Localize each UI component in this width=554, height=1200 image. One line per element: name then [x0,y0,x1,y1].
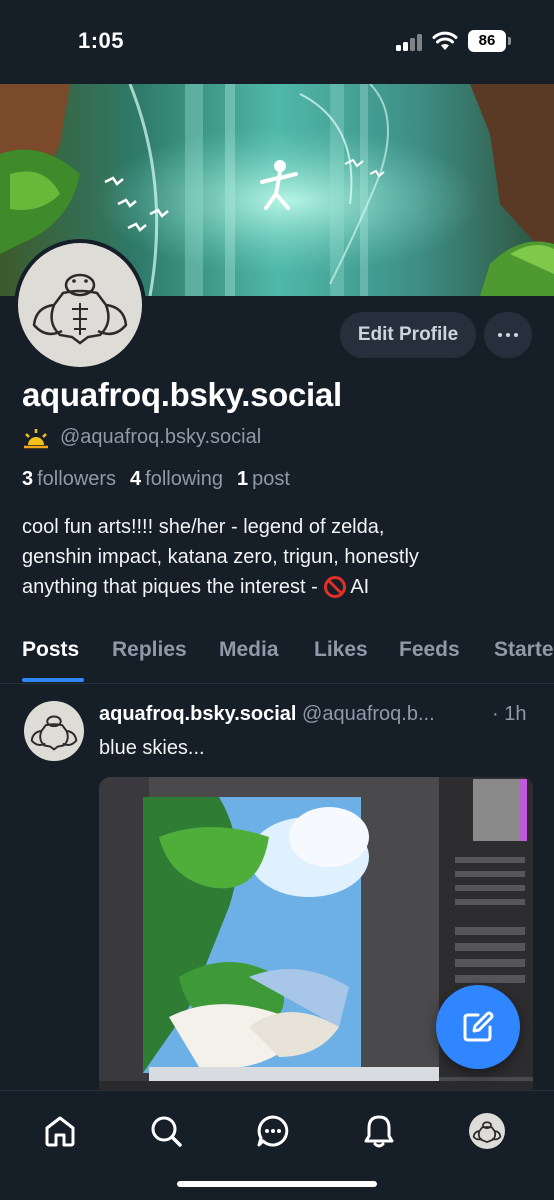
profile-tabs: Posts Replies Media Likes Feeds Starte [0,620,554,684]
followers-link[interactable]: 3 followers [22,468,116,491]
post-author-handle[interactable]: @aquafroq.b... [302,703,435,725]
posts-label: post [252,468,290,490]
compose-icon [463,1011,494,1042]
search-icon [151,1116,182,1147]
tab-posts[interactable]: Posts [22,638,79,662]
nav-home[interactable] [40,1111,80,1151]
home-icon [45,1116,75,1147]
post-author-avatar[interactable] [24,701,84,761]
bell-icon [364,1115,394,1148]
edit-profile-button[interactable]: Edit Profile [340,312,476,358]
bio-line-end: AI [350,576,370,598]
bio-line: cool fun arts!!!! she/her - legend of ze… [22,516,385,538]
handle-row: @aquafroq.bsky.social [22,426,261,449]
profile-bio: cool fun arts!!!! she/her - legend of ze… [22,512,532,602]
chat-icon [257,1115,289,1147]
followers-count: 3 [22,468,34,490]
active-tab-indicator [22,678,84,682]
nav-chat[interactable] [253,1111,293,1151]
status-bar: 1:05 86 [0,0,554,84]
dot-icon [498,333,502,337]
following-count: 4 [130,468,142,490]
tab-likes[interactable]: Likes [314,638,368,662]
dot-icon [514,333,518,337]
following-label: following [145,468,223,490]
bio-line: anything that piques the interest - AI [22,572,532,602]
wifi-icon [432,31,458,50]
display-name: aquafroq.bsky.social [22,376,342,413]
bio-line-text: anything that piques the interest - [22,576,324,598]
post-text: blue skies... [99,737,205,759]
tab-replies[interactable]: Replies [112,638,187,662]
posts-count: 1 [237,468,249,490]
profile-avatar[interactable] [14,239,146,371]
followers-label: followers [37,468,117,490]
tab-starter-packs[interactable]: Starte [494,638,554,662]
nav-notifications[interactable] [359,1111,399,1151]
battery-nub [508,37,511,45]
posts-stat: 1 post [237,468,290,491]
signal-icon [396,33,424,51]
compose-button[interactable] [436,985,520,1069]
sun-emoji-icon [24,428,48,448]
status-time: 1:05 [78,28,125,53]
tab-feeds[interactable]: Feeds [399,638,460,662]
battery-indicator: 86 [468,30,506,52]
post-header: aquafroq.bsky.social @aquafroq.b... [99,703,539,726]
profile-avatar-small [469,1113,505,1149]
nav-profile[interactable] [467,1111,507,1151]
tab-media[interactable]: Media [219,638,279,662]
bio-line: genshin impact, katana zero, trigun, hon… [22,546,419,568]
nav-search[interactable] [146,1111,186,1151]
dot-icon [506,333,510,337]
profile-handle: @aquafroq.bsky.social [60,426,262,448]
following-link[interactable]: 4 following [130,468,223,491]
post-timestamp[interactable]: · 1h [492,703,526,726]
prohibited-emoji-icon [324,576,347,598]
home-indicator[interactable] [177,1181,377,1187]
more-options-button[interactable] [484,312,532,358]
post-author-name[interactable]: aquafroq.bsky.social [99,703,296,725]
profile-stats: 3 followers 4 following 1 post [22,468,290,491]
